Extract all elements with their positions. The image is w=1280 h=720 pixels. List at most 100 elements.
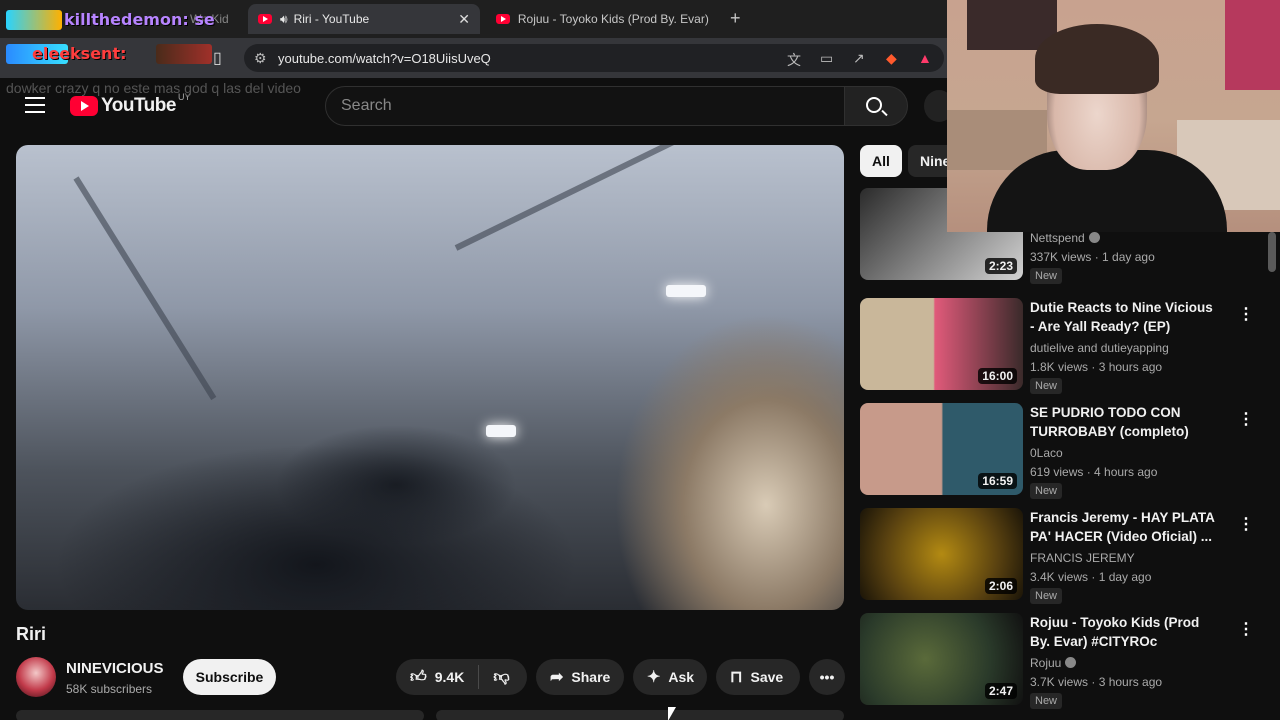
ceiling-light	[666, 285, 706, 297]
faded-chat-message: dowker crazy q no este mas god q las del…	[6, 80, 301, 96]
rec-title[interactable]: SE PUDRIO TODO CON TURROBABY (completo)	[1030, 403, 1220, 441]
video-duration: 2:23	[984, 258, 1017, 274]
new-badge: New	[1030, 693, 1063, 709]
webcam-overlay	[947, 0, 1280, 232]
cast-icon[interactable]: ▭	[820, 50, 833, 67]
ceiling-light	[486, 425, 516, 437]
close-tab-icon[interactable]: ✕	[458, 11, 470, 28]
search-icon	[866, 97, 882, 113]
share-icon: ➦	[550, 669, 564, 686]
rec-channel: 0Laco	[1030, 446, 1063, 460]
wall-poster	[1225, 0, 1280, 90]
subscriber-count: 58K subscribers	[66, 682, 153, 696]
divider	[478, 665, 480, 689]
video-thumbnail[interactable]: 2:06	[860, 508, 1023, 600]
save-label: Save	[750, 669, 784, 685]
more-vert-icon[interactable]: ⋮	[1238, 409, 1254, 429]
video-player[interactable]	[16, 145, 844, 610]
bookmark-icon[interactable]: ▯	[213, 48, 222, 68]
chat-emote-icon	[156, 44, 212, 64]
tab-label: Rojuu - Toyoko Kids (Prod By. Evar) #	[517, 12, 712, 26]
brave-shield-icon[interactable]: ◆	[886, 50, 897, 67]
more-vert-icon[interactable]: ⋮	[1238, 304, 1254, 324]
like-count[interactable]: 9.4K	[435, 669, 465, 685]
chip-all[interactable]: All	[860, 145, 902, 177]
video-duration: 16:00	[978, 368, 1017, 384]
new-badge: New	[1030, 268, 1063, 284]
tab-rojuu-youtube[interactable]: Rojuu - Toyoko Kids (Prod By. Evar) #	[486, 4, 722, 34]
streamer-hair	[1035, 24, 1159, 94]
youtube-favicon-icon	[258, 14, 272, 24]
site-settings-icon[interactable]: ⚙︎	[254, 50, 267, 67]
ask-button[interactable]: ✦ Ask	[633, 659, 707, 695]
rec-stats: 619 views · 4 hours ago	[1030, 465, 1158, 479]
new-badge: New	[1030, 483, 1063, 499]
video-thumbnail[interactable]: 2:47	[860, 613, 1023, 705]
recommendation-item[interactable]: 2:47 Rojuu - Toyoko Kids (Prod By. Evar)…	[860, 613, 1260, 709]
tab-riri-youtube[interactable]: 🔊︎ Riri - YouTube ✕	[248, 4, 480, 34]
rec-title[interactable]: Rojuu - Toyoko Kids (Prod By. Evar) #CIT…	[1030, 613, 1220, 651]
url-text: youtube.com/watch?v=O18UiisUveQ	[278, 50, 491, 66]
save-button[interactable]: ⊓ Save	[716, 659, 800, 695]
verified-icon	[1065, 657, 1077, 668]
recommendation-item[interactable]: 16:59 SE PUDRIO TODO CON TURROBABY (comp…	[860, 403, 1260, 499]
chat-username-2: eleeksent:	[32, 44, 127, 63]
like-dislike-group: 👍︎ 9.4K 👎︎	[396, 659, 527, 695]
garage-beam	[454, 145, 835, 251]
description-box[interactable]	[436, 710, 844, 720]
search-input[interactable]: Search	[325, 86, 845, 126]
more-vert-icon[interactable]: ⋮	[1238, 619, 1254, 639]
youtube-logo[interactable]: YouTube UY	[70, 92, 190, 117]
rec-stats: 1.8K views · 3 hours ago	[1030, 360, 1163, 374]
rec-title[interactable]: Francis Jeremy - HAY PLATA PA' HACER (Vi…	[1030, 508, 1220, 546]
search-button[interactable]	[844, 86, 908, 126]
channel-name[interactable]: NINEVICIOUS	[66, 660, 164, 677]
share-page-icon[interactable]: ↗	[853, 50, 865, 67]
new-badge: New	[1030, 378, 1063, 394]
screen: Wn Kid 🔊︎ Riri - YouTube ✕ Rojuu - Toyok…	[0, 0, 1280, 720]
video-title: Riri	[16, 624, 47, 644]
rec-channel: FRANCIS JEREMY	[1030, 551, 1135, 565]
scrollbar[interactable]	[1268, 232, 1276, 272]
share-button[interactable]: ➦ Share	[536, 659, 624, 695]
recommendation-item[interactable]: 16:00 Dutie Reacts to Nine Vicious - Are…	[860, 298, 1260, 394]
channel-avatar[interactable]	[16, 657, 56, 697]
rec-title[interactable]: Dutie Reacts to Nine Vicious - Are Yall …	[1030, 298, 1220, 336]
translate-icon[interactable]: 文	[787, 50, 801, 70]
description-box[interactable]	[16, 710, 424, 720]
search-placeholder: Search	[341, 97, 392, 114]
garage-beam	[73, 176, 217, 401]
video-thumbnail[interactable]: 16:59	[860, 403, 1023, 495]
speaker-icon: 🔊︎	[280, 11, 288, 26]
new-tab-button[interactable]: +	[730, 8, 741, 29]
save-icon: ⊓	[730, 669, 743, 686]
new-badge: New	[1030, 588, 1063, 604]
youtube-play-icon	[70, 96, 98, 116]
rec-channel: Nettspend	[1030, 231, 1100, 245]
rec-channel: dutielive and dutieyapping	[1030, 341, 1169, 355]
video-duration: 2:06	[984, 578, 1017, 594]
verified-icon	[1088, 232, 1100, 243]
more-icon: •••	[819, 669, 835, 685]
dislike-icon[interactable]: 👎︎	[493, 668, 509, 687]
omnibox[interactable]: ⚙︎ youtube.com/watch?v=O18UiisUveQ 文 ▭ ↗…	[244, 44, 944, 72]
brave-rewards-icon[interactable]: ▲	[918, 50, 932, 66]
rec-channel: Rojuu	[1030, 656, 1077, 670]
subscribe-button[interactable]: Subscribe	[183, 659, 276, 695]
rec-stats: 337K views · 1 day ago	[1030, 250, 1155, 264]
tab-label: Riri - YouTube	[293, 12, 370, 26]
ask-label: Ask	[668, 669, 695, 685]
more-actions-button[interactable]: •••	[809, 659, 845, 695]
recommendation-item[interactable]: 2:06 Francis Jeremy - HAY PLATA PA' HACE…	[860, 508, 1260, 604]
share-label: Share	[571, 669, 611, 685]
chat-badge-icon	[6, 10, 62, 30]
more-vert-icon[interactable]: ⋮	[1238, 514, 1254, 534]
logo-text: YouTube	[101, 95, 176, 116]
sparkle-icon: ✦	[647, 669, 661, 686]
video-thumbnail[interactable]: 16:00	[860, 298, 1023, 390]
video-duration: 2:47	[984, 683, 1017, 699]
youtube-favicon-icon	[496, 14, 510, 24]
like-icon[interactable]: 👍︎	[410, 668, 427, 687]
menu-icon[interactable]	[25, 97, 45, 113]
rec-stats: 3.7K views · 3 hours ago	[1030, 675, 1163, 689]
